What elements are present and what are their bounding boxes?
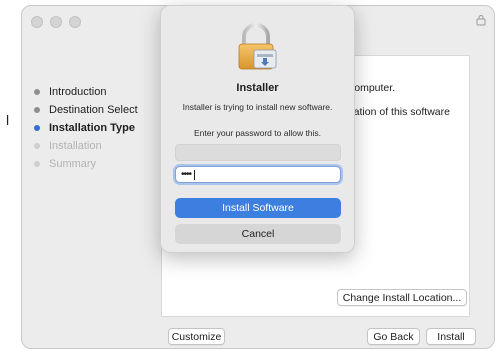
step-installation: Installation <box>34 137 164 155</box>
username-field[interactable] <box>175 144 341 161</box>
close-button[interactable] <box>31 16 43 28</box>
content-text-fragment: computer. <box>349 82 396 94</box>
installer-steps: Introduction Destination Select Installa… <box>34 83 164 173</box>
dialog-message: Installer is trying to install new softw… <box>182 102 333 112</box>
step-label: Introduction <box>49 86 107 98</box>
text-caret <box>194 169 196 180</box>
step-label: Summary <box>49 158 97 170</box>
cancel-button[interactable]: Cancel <box>175 224 341 244</box>
customize-button[interactable]: Customize <box>168 328 225 345</box>
go-back-button[interactable]: Go Back <box>367 328 420 345</box>
install-software-button[interactable]: Install Software <box>175 198 341 218</box>
password-mask: •••• <box>181 169 192 180</box>
lock-icon <box>476 15 486 26</box>
dialog-title: Installer <box>236 82 279 94</box>
step-summary: Summary <box>34 155 164 173</box>
step-introduction: Introduction <box>34 83 164 101</box>
install-button[interactable]: Install <box>426 328 476 345</box>
installer-package-lock-icon <box>238 23 277 70</box>
stray-character: l <box>6 112 10 128</box>
password-dialog: Installer Installer is trying to install… <box>160 5 355 253</box>
step-dot <box>34 107 40 113</box>
step-dot <box>34 143 40 149</box>
step-dot <box>34 89 40 95</box>
zoom-button[interactable] <box>69 16 81 28</box>
password-field[interactable]: •••• <box>175 166 341 183</box>
step-installation-type: Installation Type <box>34 119 164 137</box>
step-dot <box>34 161 40 167</box>
content-text-fragment: llation of this software <box>349 106 450 118</box>
dialog-prompt: Enter your password to allow this. <box>193 128 322 138</box>
step-label: Installation <box>49 140 102 152</box>
step-dot-active <box>34 125 40 131</box>
change-install-location-button[interactable]: Change Install Location... <box>337 289 467 306</box>
minimize-button[interactable] <box>50 16 62 28</box>
step-label: Destination Select <box>49 104 138 116</box>
step-destination-select: Destination Select <box>34 101 164 119</box>
step-label: Installation Type <box>49 122 135 134</box>
